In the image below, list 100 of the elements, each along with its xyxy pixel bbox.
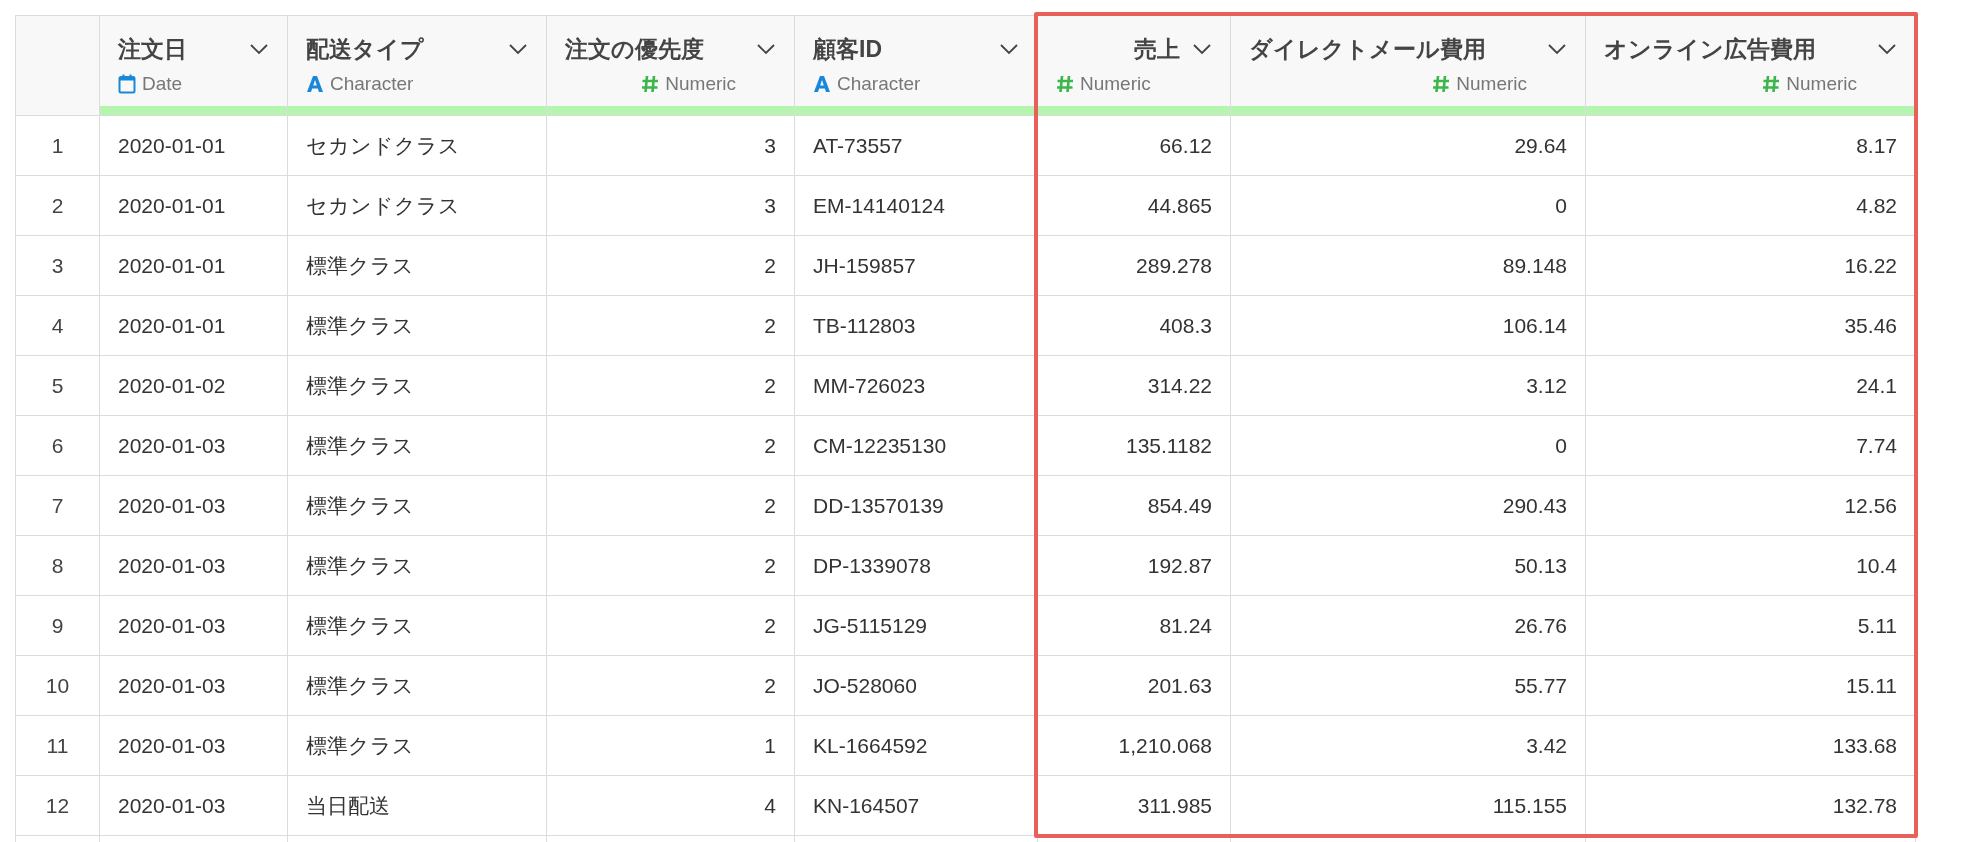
table-cell: JO-528060 <box>795 656 1038 716</box>
chevron-down-icon[interactable] <box>249 43 269 56</box>
chevron-down-icon[interactable] <box>1877 43 1897 56</box>
letter-icon <box>813 75 831 94</box>
table-cell: 2020-01-01 <box>100 296 288 356</box>
table-cell: 2020-01-03 <box>100 536 288 596</box>
table-cell: 7.74 <box>1586 416 1916 476</box>
column-type-label: Character <box>330 72 414 96</box>
chevron-down-icon[interactable] <box>508 43 528 56</box>
table-cell: 2 <box>547 536 795 596</box>
table-cell: セカンドクラス <box>288 116 547 176</box>
table-cell: セカンドクラス <box>288 176 547 236</box>
table-cell: 115.155 <box>1231 776 1586 836</box>
table-cell: DD-13570139 <box>795 476 1038 536</box>
row-number: 2 <box>16 176 100 236</box>
column-title: オンライン広告費用 <box>1604 35 1816 64</box>
table-cell: 2 <box>547 656 795 716</box>
table-cell: 標準クラス <box>288 416 547 476</box>
chevron-down-icon[interactable] <box>999 43 1019 56</box>
table-cell: 標準クラス <box>288 596 547 656</box>
column-type-label: Date <box>142 72 183 96</box>
table-cell: 10.4 <box>1586 536 1916 596</box>
table-cell: 2 <box>547 416 795 476</box>
row-number: 3 <box>16 236 100 296</box>
table-cell: 44.865 <box>1038 176 1231 236</box>
column-title: 配送タイプ <box>306 35 424 64</box>
table-cell: 290.43 <box>1231 476 1586 536</box>
table-cell: 854.49 <box>1038 476 1231 536</box>
table-cell: 標準クラス <box>288 716 547 776</box>
table-cell: 314.22 <box>1038 356 1231 416</box>
table-cell: 2020-01-03 <box>100 416 288 476</box>
table-cell: CM-12235130 <box>795 416 1038 476</box>
letter-icon <box>306 75 324 94</box>
calendar-icon <box>118 74 136 95</box>
table-cell: 55.77 <box>1231 656 1586 716</box>
table-cell: 106.14 <box>1231 296 1586 356</box>
table-cell: 2020-01-01 <box>100 176 288 236</box>
table-cell: 2 <box>547 296 795 356</box>
table-cell: 2020-01-01 <box>100 236 288 296</box>
table-cell: 2020-01-03 <box>100 776 288 836</box>
column-title: ダイレクトメール費用 <box>1249 35 1486 64</box>
table-cell: 89.148 <box>1231 236 1586 296</box>
table-cell: 132.78 <box>1586 776 1916 836</box>
row-number: 1 <box>16 116 100 176</box>
table-cell: 29.64 <box>1231 116 1586 176</box>
table-cell: KN-164507 <box>795 776 1038 836</box>
table-cell: 2020-01-01 <box>100 116 288 176</box>
table-cell: 3.12 <box>1231 356 1586 416</box>
table-cell: 1 <box>547 716 795 776</box>
column-type-label: Numeric <box>1080 72 1151 96</box>
table-cell: 135.1182 <box>1038 416 1231 476</box>
row-number: 10 <box>16 656 100 716</box>
table-cell: 16.22 <box>1586 236 1916 296</box>
hash-icon <box>1432 75 1451 94</box>
table-cell: 標準クラス <box>288 536 547 596</box>
row-number: 9 <box>16 596 100 656</box>
table-cell: 24.1 <box>1586 356 1916 416</box>
table-cell: 3.42 <box>1231 716 1586 776</box>
table-cell: 4 <box>547 776 795 836</box>
chevron-down-icon[interactable] <box>1547 43 1567 56</box>
table-cell: 3 <box>547 116 795 176</box>
table-cell: 12.56 <box>1586 476 1916 536</box>
column-type-label: Numeric <box>1786 72 1857 96</box>
table-cell: 標準クラス <box>288 296 547 356</box>
table-cell: 66.12 <box>1038 116 1231 176</box>
table-cell: 標準クラス <box>288 236 547 296</box>
table-cell: JG-5115129 <box>795 596 1038 656</box>
table-cell: 50.13 <box>1231 536 1586 596</box>
table-cell: 2 <box>547 596 795 656</box>
row-number: 11 <box>16 716 100 776</box>
hash-icon <box>641 75 660 94</box>
table-cell: JH-159857 <box>795 236 1038 296</box>
table-cell: 201.63 <box>1038 656 1231 716</box>
chevron-down-icon[interactable] <box>1192 43 1212 56</box>
table-cell: 2020-01-03 <box>100 596 288 656</box>
chevron-down-icon[interactable] <box>756 43 776 56</box>
table-cell: EM-14140124 <box>795 176 1038 236</box>
row-number: 8 <box>16 536 100 596</box>
table-cell: MM-726023 <box>795 356 1038 416</box>
table-cell: 289.278 <box>1038 236 1231 296</box>
column-type-label: Numeric <box>665 72 736 96</box>
table-cell: 26.76 <box>1231 596 1586 656</box>
table-cell: 192.87 <box>1038 536 1231 596</box>
table-cell: 8.17 <box>1586 116 1916 176</box>
table-cell: 当日配送 <box>288 776 547 836</box>
table-cell: AT-73557 <box>795 116 1038 176</box>
table-cell: 2 <box>547 236 795 296</box>
table-cell: 3 <box>547 176 795 236</box>
table-cell: 2020-01-03 <box>100 476 288 536</box>
table-cell: 5.11 <box>1586 596 1916 656</box>
hash-icon <box>1762 75 1781 94</box>
row-number: 4 <box>16 296 100 356</box>
table-cell: KL-1664592 <box>795 716 1038 776</box>
table-cell: 133.68 <box>1586 716 1916 776</box>
table-cell: 2 <box>547 476 795 536</box>
table-cell: 0 <box>1231 416 1586 476</box>
column-title: 顧客ID <box>813 35 882 64</box>
column-title: 注文日 <box>118 35 187 64</box>
table-cell: 標準クラス <box>288 476 547 536</box>
table-cell: TB-112803 <box>795 296 1038 356</box>
